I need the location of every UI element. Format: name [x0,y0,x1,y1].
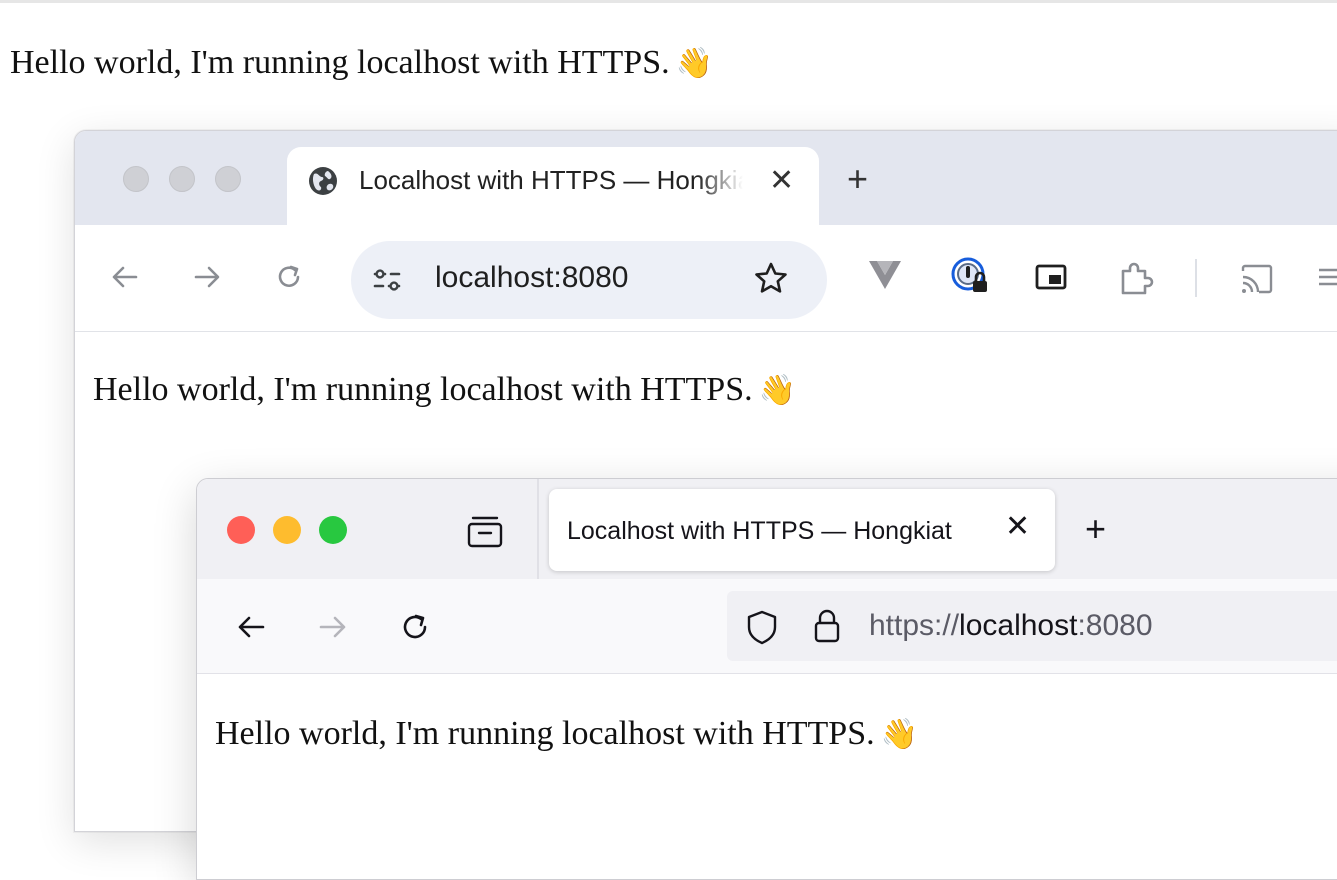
window-close-button[interactable] [227,516,255,544]
firefox-window: Localhost with HTTPS — Hongkiat ✕ + http… [196,478,1337,880]
globe-icon [309,167,337,195]
url-host: localhost [959,609,1078,642]
new-tab-button[interactable]: + [847,159,868,199]
url-port: :8080 [1077,609,1153,642]
picture-in-picture-icon[interactable] [1033,259,1069,295]
waving-hand-emoji: 👋 [758,374,796,407]
tracking-shield-icon[interactable] [745,609,779,645]
firefox-tab-strip: Localhost with HTTPS — Hongkiat ✕ + [197,479,1337,579]
waving-hand-emoji: 👋 [675,47,713,80]
forward-icon[interactable] [315,609,351,645]
chrome-tab-strip: Localhost with HTTPS — Hongkiat ✕ + [75,131,1337,225]
extensions-puzzle-icon[interactable] [1115,259,1155,299]
close-tab-icon[interactable]: ✕ [1005,511,1030,543]
chrome-tab-title: Localhost with HTTPS — Hongkiat [359,165,743,195]
window-zoom-button[interactable] [319,516,347,544]
new-tab-button[interactable]: + [1085,509,1106,549]
url-text: localhost:8080 [435,261,629,294]
top-divider [0,0,1337,3]
firefox-tab-title: Localhost with HTTPS — Hongkiat [567,517,952,545]
firefox-content-text: Hello world, I'm running localhost with … [215,715,875,752]
url-scheme: https:// [869,609,960,642]
chrome-content-text: Hello world, I'm running localhost with … [93,371,753,408]
cast-icon[interactable] [1237,259,1277,299]
forward-icon[interactable] [189,259,225,295]
waving-hand-emoji: 👋 [880,718,918,751]
menu-icon[interactable] [1315,259,1337,295]
toolbar-divider [1195,259,1197,297]
address-bar[interactable]: localhost:8080 [351,241,827,319]
address-bar[interactable]: https://localhost:8080 [727,591,1337,661]
chrome-active-tab[interactable]: Localhost with HTTPS — Hongkiat ✕ [287,147,819,225]
lock-icon[interactable] [811,607,843,645]
tab-list-icon[interactable] [465,513,505,549]
chrome-toolbar: localhost:8080 [75,225,1337,332]
site-info-icon[interactable] [369,262,405,298]
chrome-page-content: Hello world, I'm running localhost with … [93,371,796,409]
back-icon[interactable] [233,609,269,645]
url-text: https://localhost:8080 [869,609,1153,643]
back-icon[interactable] [107,259,143,295]
page-text-label: Hello world, I'm running localhost with … [10,44,670,81]
page-text: Hello world, I'm running localhost with … [10,44,713,82]
window-minimize-button[interactable] [169,166,195,192]
password-lock-extension-icon[interactable] [949,255,991,297]
reload-icon[interactable] [271,259,307,295]
tab-strip-divider [537,479,539,579]
reload-icon[interactable] [397,609,433,645]
firefox-page-content: Hello world, I'm running localhost with … [215,715,918,753]
close-tab-icon[interactable]: ✕ [769,165,794,197]
window-minimize-button[interactable] [273,516,301,544]
bookmark-star-icon[interactable] [751,259,791,299]
window-close-button[interactable] [123,166,149,192]
extension-v-icon[interactable] [865,255,905,295]
firefox-active-tab[interactable]: Localhost with HTTPS — Hongkiat ✕ [549,489,1055,571]
window-zoom-button[interactable] [215,166,241,192]
firefox-toolbar: https://localhost:8080 [197,579,1337,674]
